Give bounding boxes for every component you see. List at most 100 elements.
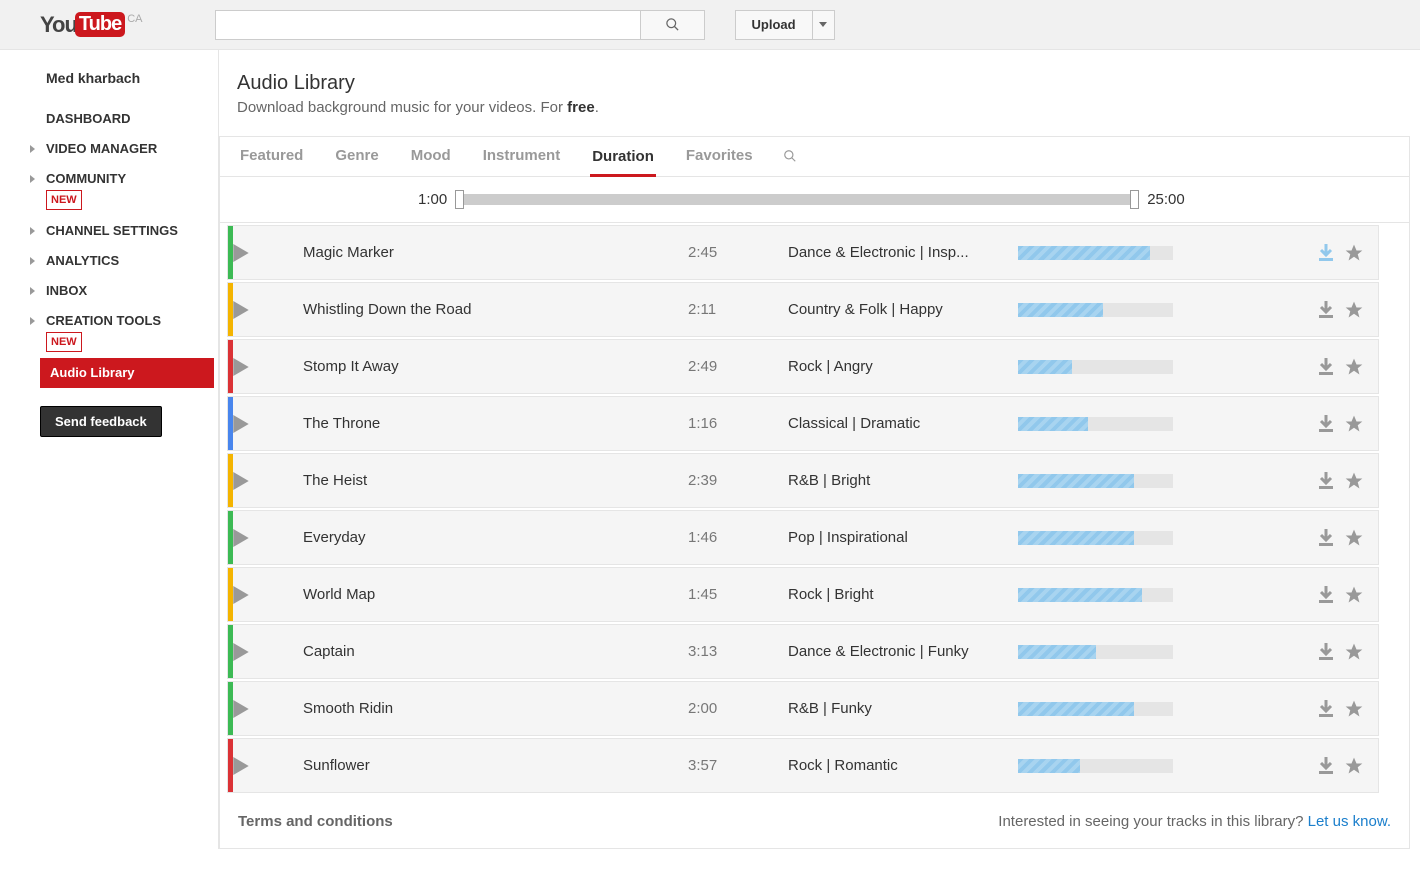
track-list[interactable]: Magic Marker2:45Dance & Electronic | Ins… — [220, 222, 1409, 795]
track-popularity — [1018, 645, 1183, 659]
sidebar-item-audio-library[interactable]: Audio Library — [40, 358, 214, 388]
sidebar-item-creation-tools[interactable]: CREATION TOOLSNEW — [40, 306, 218, 358]
sidebar-item-video-manager[interactable]: VIDEO MANAGER — [40, 134, 218, 164]
tab-genre[interactable]: Genre — [333, 137, 380, 176]
download-button[interactable] — [1318, 358, 1334, 376]
track-actions — [1183, 699, 1378, 719]
favorite-button[interactable] — [1344, 642, 1364, 662]
play-button[interactable] — [233, 757, 303, 775]
sidebar-item-community[interactable]: COMMUNITYNEW — [40, 164, 218, 216]
send-feedback-button[interactable]: Send feedback — [40, 406, 162, 437]
upload-group: Upload — [735, 10, 835, 40]
track-title[interactable]: Sunflower — [303, 757, 688, 774]
search-button[interactable] — [640, 10, 705, 40]
upload-button[interactable]: Upload — [735, 10, 813, 40]
download-icon — [1318, 415, 1334, 433]
track-title[interactable]: World Map — [303, 586, 688, 603]
track-title[interactable]: Captain — [303, 643, 688, 660]
play-button[interactable] — [233, 472, 303, 490]
download-icon — [1318, 358, 1334, 376]
play-button[interactable] — [233, 358, 303, 376]
upload-dropdown[interactable] — [813, 10, 835, 40]
play-button[interactable] — [233, 301, 303, 319]
track-title[interactable]: Whistling Down the Road — [303, 301, 688, 318]
download-button[interactable] — [1318, 301, 1334, 319]
tab-search-icon[interactable] — [783, 149, 797, 165]
download-icon — [1318, 757, 1334, 775]
track-genre: R&B | Bright — [788, 472, 1018, 489]
download-button[interactable] — [1318, 415, 1334, 433]
favorite-button[interactable] — [1344, 528, 1364, 548]
logo-you: You — [40, 12, 77, 38]
play-button[interactable] — [233, 244, 303, 262]
cta-link[interactable]: Let us know. — [1308, 813, 1391, 830]
play-icon — [233, 301, 249, 319]
sidebar-item-label: DASHBOARD — [46, 111, 131, 126]
track-genre: Dance & Electronic | Funky — [788, 643, 1018, 660]
play-button[interactable] — [233, 700, 303, 718]
tab-featured[interactable]: Featured — [238, 137, 305, 176]
track-duration: 2:45 — [688, 244, 788, 261]
track-title[interactable]: Stomp It Away — [303, 358, 688, 375]
play-icon — [233, 415, 249, 433]
track-title[interactable]: Magic Marker — [303, 244, 688, 261]
favorite-button[interactable] — [1344, 414, 1364, 434]
search-input[interactable] — [215, 10, 640, 40]
track-title[interactable]: Smooth Ridin — [303, 700, 688, 717]
track-row: Sunflower3:57Rock | Romantic — [227, 738, 1379, 793]
download-button[interactable] — [1318, 472, 1334, 490]
user-name[interactable]: Med kharbach — [40, 70, 218, 86]
favorite-button[interactable] — [1344, 243, 1364, 263]
slider-handle-max[interactable] — [1130, 190, 1139, 209]
download-icon — [1318, 700, 1334, 718]
download-icon — [1318, 529, 1334, 547]
download-icon — [1318, 244, 1334, 262]
download-button[interactable] — [1318, 757, 1334, 775]
track-title[interactable]: The Throne — [303, 415, 688, 432]
search-icon — [665, 17, 680, 32]
sidebar-item-dashboard[interactable]: DASHBOARD — [40, 104, 218, 134]
tab-mood[interactable]: Mood — [409, 137, 453, 176]
track-title[interactable]: Everyday — [303, 529, 688, 546]
star-icon — [1344, 585, 1364, 605]
sidebar-item-analytics[interactable]: ANALYTICS — [40, 246, 218, 276]
tab-favorites[interactable]: Favorites — [684, 137, 755, 176]
favorite-button[interactable] — [1344, 699, 1364, 719]
play-button[interactable] — [233, 529, 303, 547]
youtube-logo[interactable]: You Tube CA — [40, 12, 143, 38]
track-row: World Map1:45Rock | Bright — [227, 567, 1379, 622]
tab-instrument[interactable]: Instrument — [481, 137, 563, 176]
track-popularity — [1018, 588, 1183, 602]
subtitle-pre: Download background music for your video… — [237, 99, 567, 116]
play-button[interactable] — [233, 415, 303, 433]
slider-handle-min[interactable] — [455, 190, 464, 209]
track-duration: 3:13 — [688, 643, 788, 660]
favorite-button[interactable] — [1344, 357, 1364, 377]
subtitle-bold: free — [567, 99, 595, 116]
track-actions — [1183, 528, 1378, 548]
favorite-button[interactable] — [1344, 585, 1364, 605]
tab-duration[interactable]: Duration — [590, 138, 656, 177]
track-title[interactable]: The Heist — [303, 472, 688, 489]
sidebar-item-inbox[interactable]: INBOX — [40, 276, 218, 306]
favorite-button[interactable] — [1344, 300, 1364, 320]
play-button[interactable] — [233, 643, 303, 661]
play-button[interactable] — [233, 586, 303, 604]
track-duration: 2:49 — [688, 358, 788, 375]
download-button[interactable] — [1318, 244, 1334, 262]
download-button[interactable] — [1318, 586, 1334, 604]
duration-slider[interactable] — [457, 194, 1137, 205]
download-icon — [1318, 643, 1334, 661]
favorite-button[interactable] — [1344, 756, 1364, 776]
filter-tabs: Featured Genre Mood Instrument Duration Favor… — [220, 137, 1409, 177]
terms-link[interactable]: Terms and conditions — [238, 813, 393, 830]
sidebar-item-channel-settings[interactable]: CHANNEL SETTINGS — [40, 216, 218, 246]
sidebar-item-label: CHANNEL SETTINGS — [46, 223, 178, 238]
track-popularity — [1018, 246, 1183, 260]
subtitle-post: . — [595, 99, 599, 116]
download-button[interactable] — [1318, 643, 1334, 661]
download-button[interactable] — [1318, 529, 1334, 547]
favorite-button[interactable] — [1344, 471, 1364, 491]
download-button[interactable] — [1318, 700, 1334, 718]
star-icon — [1344, 471, 1364, 491]
